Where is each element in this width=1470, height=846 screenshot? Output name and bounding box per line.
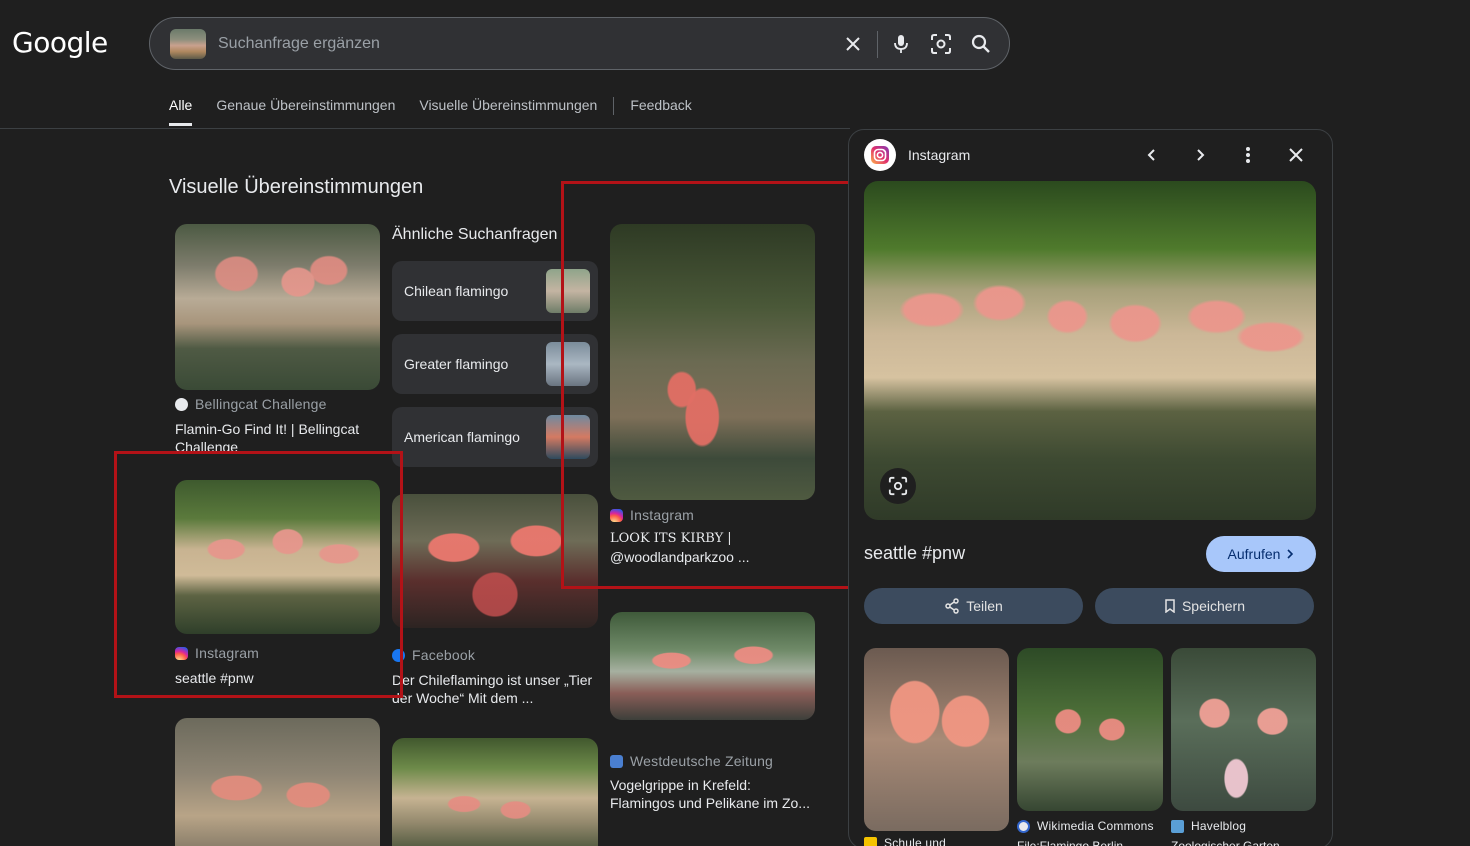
result-image-bellingcat[interactable] xyxy=(175,224,380,390)
tab-visual-matches[interactable]: Visuelle Übereinstimmungen xyxy=(419,97,597,123)
instagram-icon xyxy=(864,139,896,171)
tab-separator xyxy=(613,97,615,115)
havelblog-icon xyxy=(1171,819,1184,833)
save-button[interactable]: Speichern xyxy=(1095,588,1314,624)
more-vert-icon[interactable] xyxy=(1235,142,1261,168)
result-image-flamingos-rocks[interactable] xyxy=(175,718,380,846)
search-image-thumbnail[interactable] xyxy=(170,29,206,59)
close-icon[interactable] xyxy=(1283,142,1309,168)
panel-source[interactable]: Instagram xyxy=(908,147,970,163)
result-source[interactable]: Bellingcat Challenge xyxy=(175,396,327,412)
similar-image[interactable] xyxy=(1171,648,1316,811)
similar-caption[interactable]: File:Flamingo Berlin xyxy=(1017,837,1163,846)
related-searches-title: Ähnliche Suchanfragen xyxy=(392,226,558,243)
highlight-box xyxy=(114,451,403,698)
result-caption[interactable]: Der Chileflamingo ist unser „Tier der Wo… xyxy=(392,671,598,707)
open-button[interactable]: Aufrufen xyxy=(1206,536,1316,572)
schule-icon xyxy=(864,836,877,846)
wikimedia-icon xyxy=(1017,819,1030,833)
panel-title: seattle #pnw xyxy=(864,543,966,563)
tab-all[interactable]: Alle xyxy=(169,97,193,126)
microphone-icon[interactable] xyxy=(888,31,914,57)
chevron-left-icon[interactable] xyxy=(1139,142,1165,168)
section-title: Visuelle Übereinstimmungen xyxy=(169,176,424,198)
similar-caption[interactable]: Zoologischer Garten xyxy=(1171,837,1316,846)
result-source[interactable]: Westdeutsche Zeitung xyxy=(610,753,773,769)
header-divider xyxy=(0,128,850,129)
tab-exact-matches[interactable]: Genaue Übereinstimmungen xyxy=(216,97,395,123)
share-button[interactable]: Teilen xyxy=(864,588,1083,624)
lens-icon[interactable] xyxy=(880,468,916,504)
search-input[interactable] xyxy=(218,32,818,56)
lens-icon[interactable] xyxy=(928,31,954,57)
chevron-right-icon[interactable] xyxy=(1187,142,1213,168)
result-image-flamingo-group[interactable] xyxy=(392,738,598,846)
westdeutsche-zeitung-icon xyxy=(610,754,623,768)
bellingcat-icon xyxy=(175,397,188,411)
similar-source[interactable]: Havelblog xyxy=(1171,819,1246,833)
panel-main-image[interactable] xyxy=(864,181,1316,520)
similar-image[interactable] xyxy=(864,648,1009,831)
result-image-wz[interactable] xyxy=(610,612,815,720)
bookmark-icon xyxy=(1165,599,1175,613)
search-bar[interactable] xyxy=(149,17,1010,70)
close-icon[interactable] xyxy=(840,31,866,57)
tab-feedback[interactable]: Feedback xyxy=(630,97,691,123)
search-icon[interactable] xyxy=(968,31,994,57)
similar-source[interactable]: Wikimedia Commons xyxy=(1017,819,1154,833)
similar-image[interactable] xyxy=(1017,648,1163,811)
chevron-right-icon xyxy=(1287,549,1294,559)
result-source[interactable]: Facebook xyxy=(392,647,475,663)
highlight-box xyxy=(561,181,857,589)
share-icon xyxy=(945,598,959,614)
similar-source[interactable]: Schule und xyxy=(864,836,946,846)
search-divider xyxy=(877,31,878,58)
result-caption[interactable]: Flamin-Go Find It! | Bellingcat Challeng… xyxy=(175,420,380,452)
result-caption[interactable]: Vogelgrippe in Krefeld: Flamingos und Pe… xyxy=(610,776,815,812)
filter-tabs: Alle Genaue Übereinstimmungen Visuelle Ü… xyxy=(169,97,716,129)
google-logo[interactable]: Google xyxy=(12,26,108,59)
